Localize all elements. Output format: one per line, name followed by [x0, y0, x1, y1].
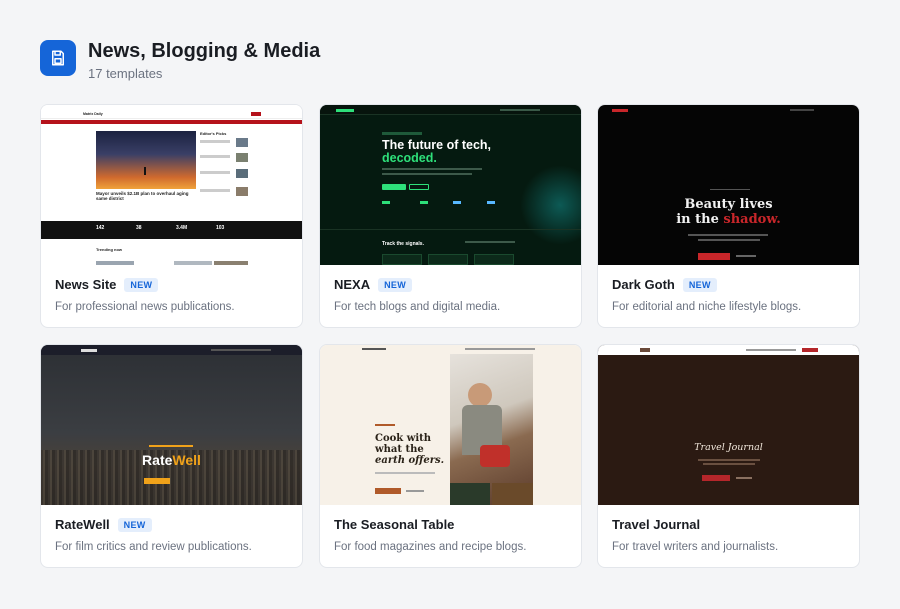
preview-hero-line2: what the — [375, 444, 424, 455]
preview-logo: Rate — [142, 452, 173, 468]
section-header: News, Blogging & Media 17 templates — [40, 40, 320, 81]
card-description: For film critics and review publications… — [55, 541, 252, 553]
template-preview: Matrix Daily Mayor unveils $2.1B plan to… — [41, 105, 302, 265]
template-preview: Travel Journal — [598, 345, 859, 505]
preview-hero-line1: Cook with — [375, 433, 432, 444]
preview-logo-accent: Well — [172, 452, 201, 468]
card-title: NEXA — [334, 277, 371, 292]
card-title: The Seasonal Table — [334, 517, 455, 532]
new-badge: NEW — [378, 277, 413, 292]
preview-stat: 38 — [136, 225, 142, 231]
template-card-nexa[interactable]: The future of tech, decoded. Track the s… — [319, 104, 582, 328]
preview-stat: 103 — [216, 225, 225, 231]
preview-masthead: Matrix Daily — [83, 112, 103, 116]
card-description: For editorial and niche lifestyle blogs. — [612, 301, 802, 313]
template-card-the-seasonal-table[interactable]: Cook with what the earth offers. The Sea… — [319, 344, 582, 568]
card-description: For food magazines and recipe blogs. — [334, 541, 527, 553]
save-icon — [40, 40, 76, 76]
card-description: For tech blogs and digital media. — [334, 301, 501, 313]
section-title: News, Blogging & Media — [88, 40, 321, 62]
template-preview: RateWell — [41, 345, 302, 505]
template-card-dark-goth[interactable]: Beauty lives in the shadow. Dark Goth NE… — [597, 104, 860, 328]
new-badge: NEW — [124, 277, 159, 292]
preview-sidebar-title: Editor's Picks — [200, 131, 227, 136]
card-description: For professional news publications. — [55, 301, 235, 313]
preview-hero-line2: in the — [676, 212, 724, 227]
new-badge: NEW — [117, 517, 152, 532]
card-title: News Site — [55, 277, 117, 292]
preview-hero-line3: earth offers. — [375, 455, 445, 466]
card-description: For travel writers and journalists. — [612, 541, 779, 553]
preview-stat: 142 — [96, 225, 105, 231]
preview-stat: 3.4M — [176, 225, 188, 231]
new-badge: NEW — [682, 277, 717, 292]
template-card-travel-journal[interactable]: Travel Journal Travel Journal For travel… — [597, 344, 860, 568]
template-card-ratewell[interactable]: RateWell RateWell NEW For film critics a… — [40, 344, 303, 568]
template-preview: The future of tech, decoded. Track the s… — [320, 105, 581, 265]
template-card-news-site[interactable]: Matrix Daily Mayor unveils $2.1B plan to… — [40, 104, 303, 328]
card-title: Travel Journal — [612, 517, 701, 532]
preview-hero-line1: Beauty lives — [684, 197, 773, 212]
preview-section: Trending now — [96, 247, 122, 252]
preview-hero: Travel Journal — [694, 442, 763, 453]
card-title: Dark Goth — [612, 277, 675, 292]
template-preview: Beauty lives in the shadow. — [598, 105, 859, 265]
template-preview: Cook with what the earth offers. — [320, 345, 581, 505]
preview-headline: Mayor unveils $2.1B plan to overhaul agi… — [96, 191, 189, 201]
preview-hero-line2: decoded. — [382, 151, 437, 165]
preview-section: Track the signals. — [382, 241, 424, 247]
preview-hero-accent: shadow. — [723, 212, 781, 227]
template-count: 17 templates — [88, 66, 163, 81]
card-title: RateWell — [55, 517, 110, 532]
